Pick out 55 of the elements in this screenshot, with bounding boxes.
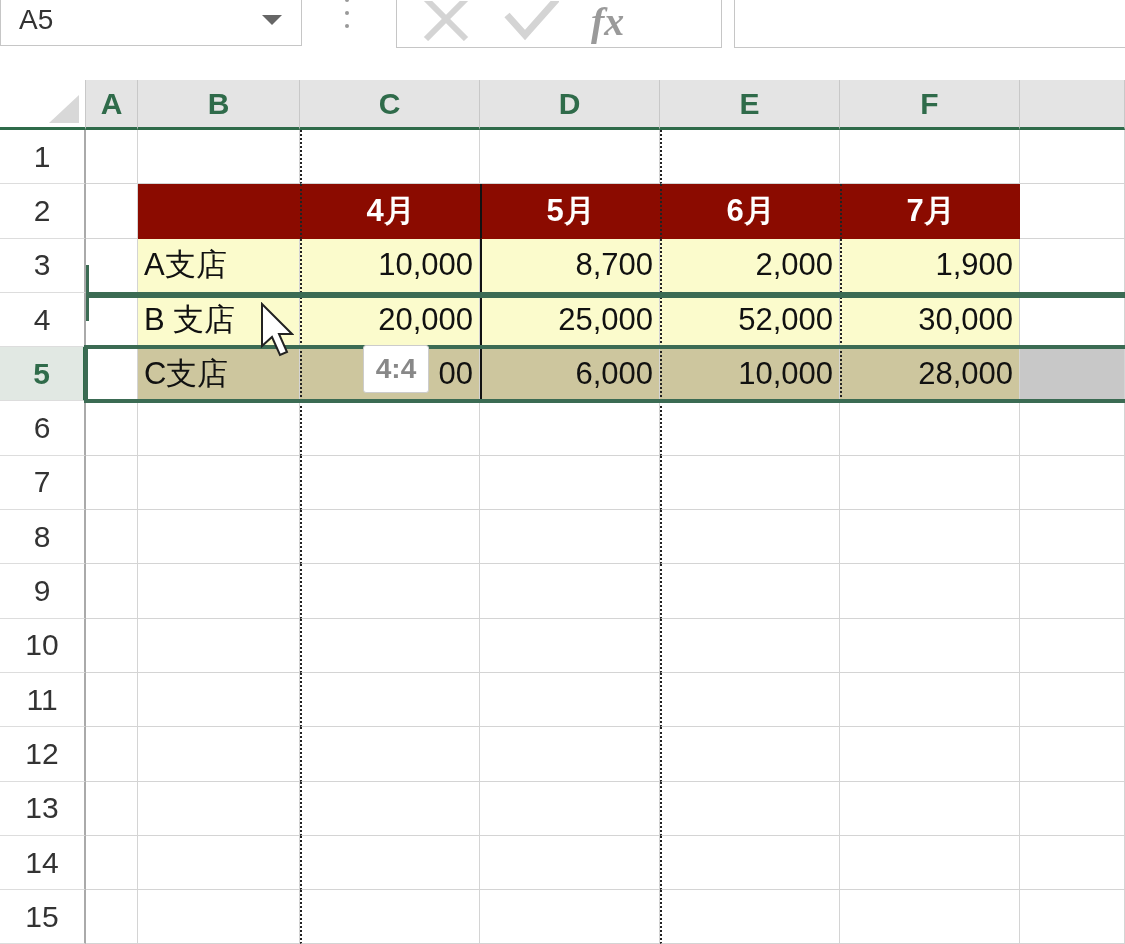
row-header[interactable]: 3 — [0, 238, 86, 293]
table-cell: 10,000 — [300, 238, 480, 293]
column-header[interactable]: F — [840, 80, 1020, 130]
empty-cell — [86, 564, 138, 619]
row-header[interactable]: 15 — [0, 890, 86, 944]
column-header[interactable] — [1020, 80, 1125, 130]
row-header[interactable]: 10 — [0, 618, 86, 673]
column-title: 6月 — [660, 184, 840, 239]
empty-cell — [86, 890, 138, 944]
table-cell: A支店 — [138, 238, 300, 293]
table-cell: 2,000 — [660, 238, 840, 293]
table-cell: 10,000 — [660, 347, 840, 402]
empty-cell — [86, 835, 138, 891]
drop-indicator-tick — [86, 265, 89, 321]
table-cell: 8,700 — [480, 238, 660, 293]
cancel-icon[interactable] — [421, 1, 471, 41]
row-header[interactable]: 2 — [0, 184, 86, 239]
row-header[interactable]: 12 — [0, 727, 86, 782]
empty-cell — [86, 727, 138, 782]
row-header[interactable]: 4 — [0, 292, 86, 348]
row-header[interactable]: 6 — [0, 401, 86, 456]
row-header[interactable]: 8 — [0, 510, 86, 565]
column-title: 5月 — [480, 184, 660, 239]
row-header[interactable]: 14 — [0, 835, 86, 891]
column-header[interactable]: C — [300, 80, 480, 130]
empty-cell — [86, 510, 138, 565]
empty-cell — [86, 781, 138, 836]
row-header[interactable]: 11 — [0, 672, 86, 728]
row-header[interactable]: 1 — [0, 130, 86, 185]
column-header[interactable]: E — [660, 80, 840, 130]
table-cell: 1,900 — [840, 238, 1020, 293]
empty-cell — [86, 401, 138, 456]
column-header[interactable]: D — [480, 80, 660, 130]
table-cell: 6,000 — [480, 347, 660, 402]
column-title: 7月 — [840, 184, 1020, 239]
empty-cell — [86, 672, 138, 728]
column-title: 4月 — [300, 184, 480, 239]
table-cell: 28,000 — [840, 347, 1020, 402]
table-cell: C支店 — [138, 347, 300, 402]
column-header[interactable]: B — [138, 80, 300, 130]
row-header[interactable]: 13 — [0, 781, 86, 836]
caret-icon[interactable] — [261, 14, 283, 26]
row-header[interactable]: 5 — [0, 347, 86, 402]
column-header[interactable]: A — [86, 80, 138, 130]
empty-cell — [86, 455, 138, 511]
row-header[interactable]: 9 — [0, 564, 86, 619]
name-box[interactable]: A5 — [0, 0, 302, 46]
row-header[interactable]: 7 — [0, 455, 86, 511]
grip-icon — [344, 0, 350, 30]
select-all-icon[interactable] — [49, 95, 79, 123]
empty-cell — [86, 618, 138, 673]
formula-field[interactable] — [734, 0, 1125, 48]
check-icon[interactable] — [503, 1, 559, 41]
tooltip: 4:4 — [363, 345, 429, 393]
mouse-pointer-icon — [260, 302, 294, 358]
